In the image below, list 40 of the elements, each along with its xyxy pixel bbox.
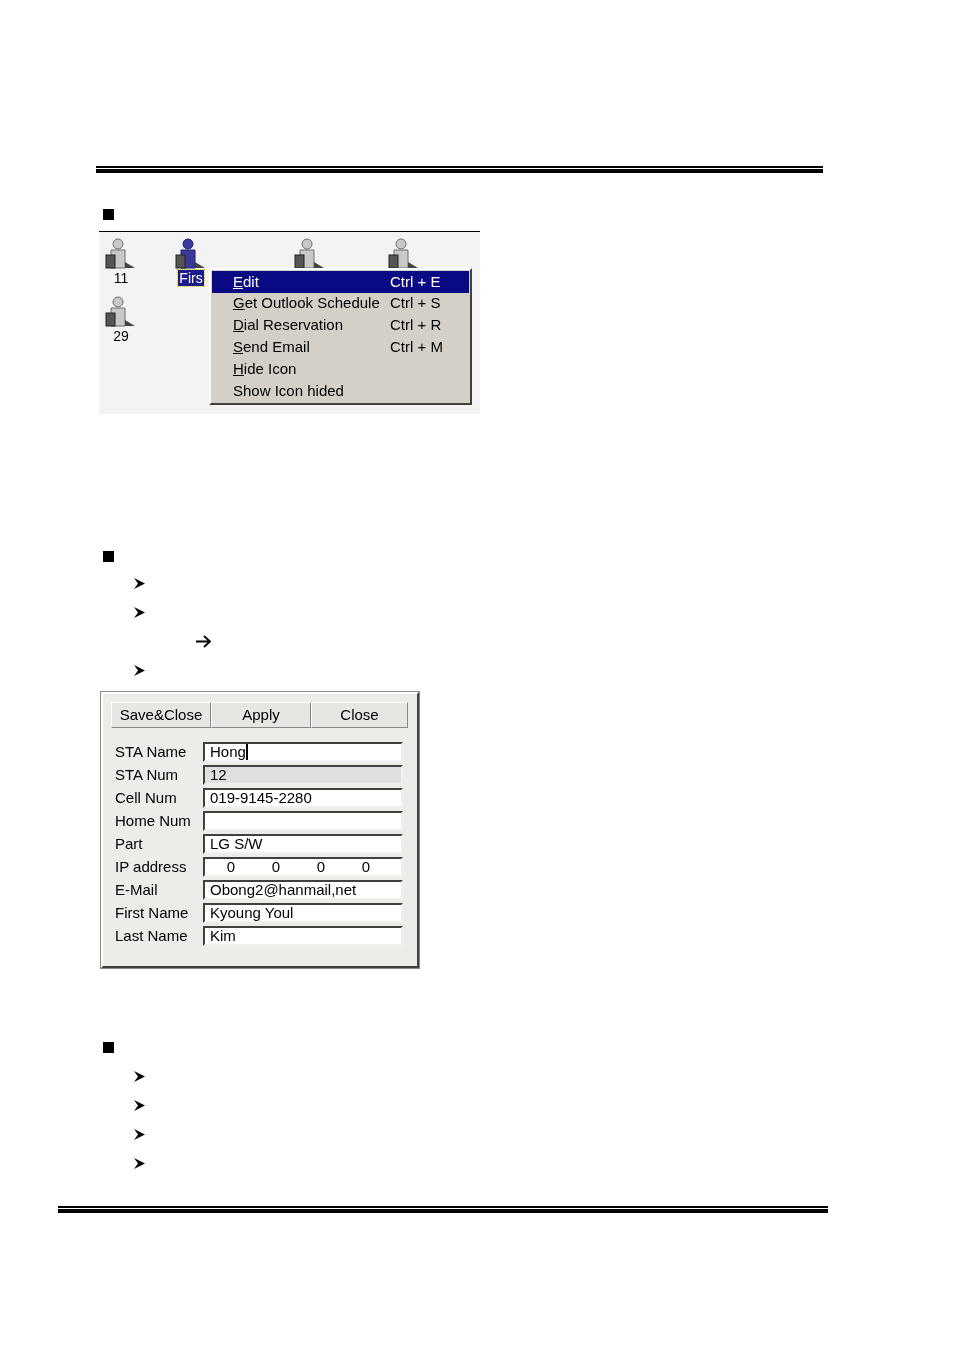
arrowhead-bullet-icon (133, 1070, 146, 1083)
square-bullet-icon (103, 209, 114, 220)
field-label: Cell Num (114, 787, 178, 808)
field-label: STA Num (114, 764, 180, 785)
square-bullet-icon (103, 551, 114, 562)
square-bullet-icon (103, 1042, 114, 1053)
input-field[interactable]: Kyoung Youl (203, 903, 403, 923)
arrowhead-bullet-icon (133, 1157, 146, 1170)
menu-item[interactable]: Edit Ctrl + E (212, 271, 469, 293)
field-label: Last Name (114, 925, 189, 946)
ip-address-field[interactable]: 0 0 0 0 (203, 857, 403, 877)
field-label: STA Name (114, 741, 188, 762)
dialog-button[interactable]: Close (311, 702, 408, 728)
field-label: E-Mail (114, 879, 159, 900)
field-label: First Name (114, 902, 190, 923)
station-label: 11 (112, 270, 130, 286)
input-field[interactable]: Obong2@hanmail,net (203, 880, 403, 900)
input-field[interactable]: 019-9145-2280 (203, 788, 403, 808)
station-label: Firs (178, 270, 204, 286)
field-label: Home Num (114, 810, 192, 831)
arrowhead-bullet-icon (133, 1099, 146, 1112)
field-label: Part (114, 833, 144, 854)
menu-item[interactable]: Show Icon hided (212, 380, 469, 402)
input-field[interactable]: Hong (203, 742, 403, 762)
input-field[interactable] (203, 811, 403, 831)
input-field[interactable]: Kim (203, 926, 403, 946)
menu-item[interactable]: Hide Icon (212, 358, 469, 380)
arrowhead-bullet-icon (133, 1128, 146, 1141)
dialog-button[interactable]: Save&Close (111, 702, 211, 728)
arrow-icon (195, 635, 212, 648)
arrowhead-bullet-icon (133, 664, 146, 677)
menu-item[interactable]: Dial Reservation Ctrl + R (212, 314, 469, 337)
input-field[interactable]: LG S/W (203, 834, 403, 854)
menu-item[interactable]: Send Email Ctrl + M (212, 336, 469, 359)
arrowhead-bullet-icon (133, 577, 146, 590)
menu-item[interactable]: Get Outlook Schedule Ctrl + S (212, 292, 469, 315)
field-label: IP address (114, 856, 188, 877)
dialog-button[interactable]: Apply (211, 702, 311, 728)
station-label: 29 (112, 328, 130, 344)
arrowhead-bullet-icon (133, 606, 146, 619)
